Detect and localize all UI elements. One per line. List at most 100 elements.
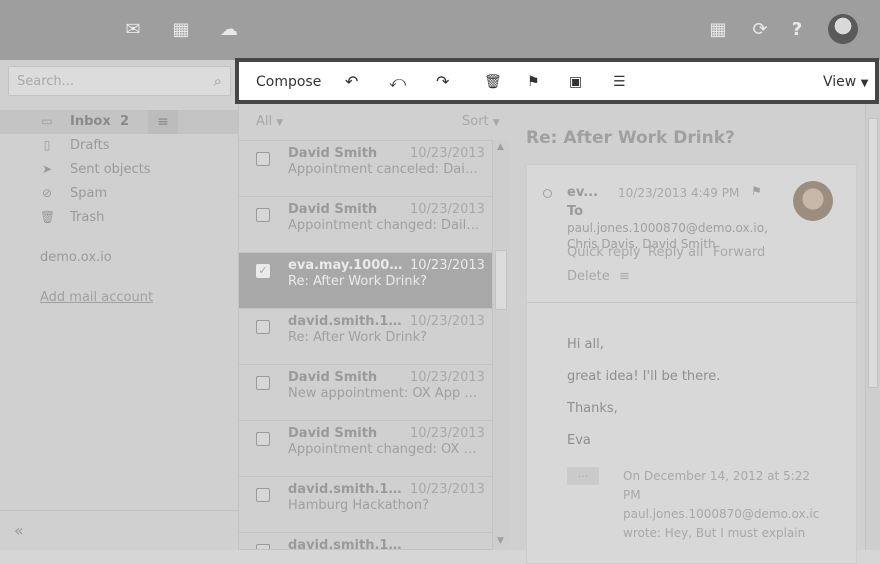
ban-icon: ⊘ <box>41 186 53 200</box>
filter-dropdown[interactable]: All ▼ <box>256 114 283 129</box>
scroll-up-icon[interactable]: ▲ <box>497 142 504 152</box>
send-icon: ➤ <box>41 162 53 176</box>
view-label: View <box>823 74 857 90</box>
mail-icon[interactable]: ✉ <box>121 18 145 42</box>
message-list: All ▼ Sort ▼ David Smith 10/23/2013 Appo… <box>239 104 509 550</box>
select-checkbox[interactable] <box>256 376 270 390</box>
search-input[interactable]: Search... ⌕ <box>8 66 231 96</box>
delete-link[interactable]: Delete <box>567 269 610 284</box>
list-item[interactable]: david.smith.1000... 10/23/2013 Re: After… <box>239 309 492 365</box>
item-from: eva.may.1000870... <box>288 258 406 273</box>
forward-link[interactable]: Forward <box>713 245 765 260</box>
folder-sent[interactable]: ➤ Sent objects <box>0 158 239 182</box>
detail-scrollbar[interactable] <box>865 104 880 550</box>
list-scrollbar[interactable]: ▲ ▼ <box>492 140 509 550</box>
cloud-icon[interactable]: ☁ <box>217 18 241 42</box>
body-line: Thanks, <box>567 401 618 416</box>
select-checkbox[interactable] <box>256 544 270 549</box>
collapse-icon[interactable]: « <box>14 521 24 540</box>
folder-label: Spam <box>70 186 108 201</box>
caret-down-icon: ▼ <box>492 118 500 128</box>
folder-trash[interactable]: 🗑 Trash <box>0 206 239 230</box>
folder-inbox[interactable]: ▭ Inbox 2 ≡ <box>0 110 239 134</box>
list-item[interactable]: David Smith 10/23/2013 Appointment cance… <box>239 141 492 197</box>
add-mail-account-link[interactable]: Add mail account <box>40 290 153 305</box>
body-line: Hi all, <box>567 337 604 352</box>
mail-header: ev... 10/23/2013 4:49 PM ⚑ To paul.jones… <box>527 165 858 303</box>
search-placeholder: Search... <box>17 74 75 89</box>
user-avatar[interactable] <box>828 14 858 44</box>
caret-down-icon: ▼ <box>860 78 869 89</box>
item-date: 10/23/2013 <box>410 202 485 217</box>
to-address[interactable]: paul.jones.1000870@demo.ox.io, <box>567 221 768 235</box>
item-date: 10/23/2013 <box>410 426 485 441</box>
folder-label: Sent objects <box>70 162 151 177</box>
reply-icon[interactable]: ↶ <box>345 72 358 92</box>
select-checkbox[interactable] <box>256 320 270 334</box>
scroll-down-icon[interactable]: ▼ <box>497 536 504 546</box>
unread-dot-icon[interactable] <box>543 189 552 198</box>
forward-icon[interactable]: ↷ <box>436 72 449 92</box>
show-quote-button[interactable]: ... <box>567 467 599 485</box>
apps-grid-icon[interactable]: ▦ <box>706 18 730 42</box>
mail-toolbar: Compose ↶ ⤺ ↷ 🗑 ⚑ ▣ ☰ View ▼ <box>235 58 879 104</box>
list-item[interactable]: David Smith 10/23/2013 Appointment chang… <box>239 197 492 253</box>
refresh-icon[interactable]: ⟳ <box>748 18 772 42</box>
item-date: 10/23/2013 <box>410 258 485 273</box>
flag-icon[interactable]: ⚑ <box>751 184 762 198</box>
calendar-icon[interactable]: ▦ <box>169 18 193 42</box>
sender-avatar <box>793 181 833 221</box>
collapse-bar: « <box>0 510 239 550</box>
bookmark-icon[interactable]: ⚑ <box>527 72 540 92</box>
item-date: 10/23/2013 <box>410 146 485 161</box>
scroll-thumb[interactable] <box>868 118 878 388</box>
quick-reply-link[interactable]: Quick reply <box>567 245 641 260</box>
select-checkbox[interactable] <box>256 208 270 222</box>
item-subject: New appointment: OX App Sui... <box>288 386 480 401</box>
quoted-text: On December 14, 2012 at 5:22 PM paul.jon… <box>623 469 820 540</box>
view-dropdown[interactable]: View ▼ <box>823 72 868 92</box>
list-item-selected[interactable]: ✓ eva.may.1000870... 10/23/2013 Re: Afte… <box>239 253 492 309</box>
caret-down-icon: ▼ <box>276 118 284 128</box>
item-subject: Appointment changed: OX Ap... <box>288 442 480 457</box>
more-menu-icon[interactable]: ☰ <box>613 72 626 92</box>
select-checkbox[interactable] <box>256 432 270 446</box>
item-subject: Appointment canceled: Daily St... <box>288 162 480 177</box>
filter-label: All <box>256 114 273 129</box>
item-date: 10/23/2013 <box>410 482 485 497</box>
folder-label: Drafts <box>70 138 110 153</box>
list-item[interactable]: David Smith 10/23/2013 New appointment: … <box>239 365 492 421</box>
compose-button[interactable]: Compose <box>256 72 321 92</box>
list-header: All ▼ Sort ▼ <box>239 104 509 141</box>
list-item[interactable]: david.smith.1000... <box>239 533 492 550</box>
sender-name[interactable]: ev... <box>567 185 598 200</box>
select-checkbox[interactable] <box>256 488 270 502</box>
list-item[interactable]: david.smith.1000... 10/23/2013 Hamburg H… <box>239 477 492 533</box>
item-from: David Smith <box>288 202 378 217</box>
archive-icon[interactable]: ▣ <box>569 72 582 92</box>
item-subject: Hamburg Hackathon? <box>288 498 429 513</box>
trash-icon[interactable]: 🗑 <box>484 72 502 92</box>
search-icon[interactable]: ⌕ <box>214 72 222 90</box>
inbox-icon: ▭ <box>41 114 53 128</box>
account-name[interactable]: demo.ox.io <box>40 250 112 265</box>
item-subject: Appointment changed: Daily St... <box>288 218 480 233</box>
sort-dropdown[interactable]: Sort ▼ <box>462 114 500 129</box>
folder-drafts[interactable]: ▯ Drafts <box>0 134 239 158</box>
reply-all-link[interactable]: Reply all <box>648 245 703 260</box>
checkmark-icon[interactable]: ✓ <box>256 264 270 278</box>
list-item[interactable]: David Smith 10/23/2013 Appointment chang… <box>239 421 492 477</box>
more-menu-icon[interactable]: ≡ <box>619 269 630 284</box>
select-checkbox[interactable] <box>256 152 270 166</box>
folder-label: Inbox <box>70 114 111 129</box>
folder-label: Trash <box>70 210 105 225</box>
help-icon[interactable]: ? <box>785 18 809 42</box>
top-bar: ✉ ▦ ☁ ▦ ⟳ ? <box>0 0 880 60</box>
item-from: david.smith.1000... <box>288 482 406 497</box>
scroll-thumb[interactable] <box>495 250 507 310</box>
reply-all-icon[interactable]: ⤺ <box>389 72 406 92</box>
folder-menu-icon[interactable]: ≡ <box>148 110 178 134</box>
body-line: Eva <box>567 433 591 448</box>
folder-spam[interactable]: ⊘ Spam <box>0 182 239 206</box>
item-date: 10/23/2013 <box>410 314 485 329</box>
